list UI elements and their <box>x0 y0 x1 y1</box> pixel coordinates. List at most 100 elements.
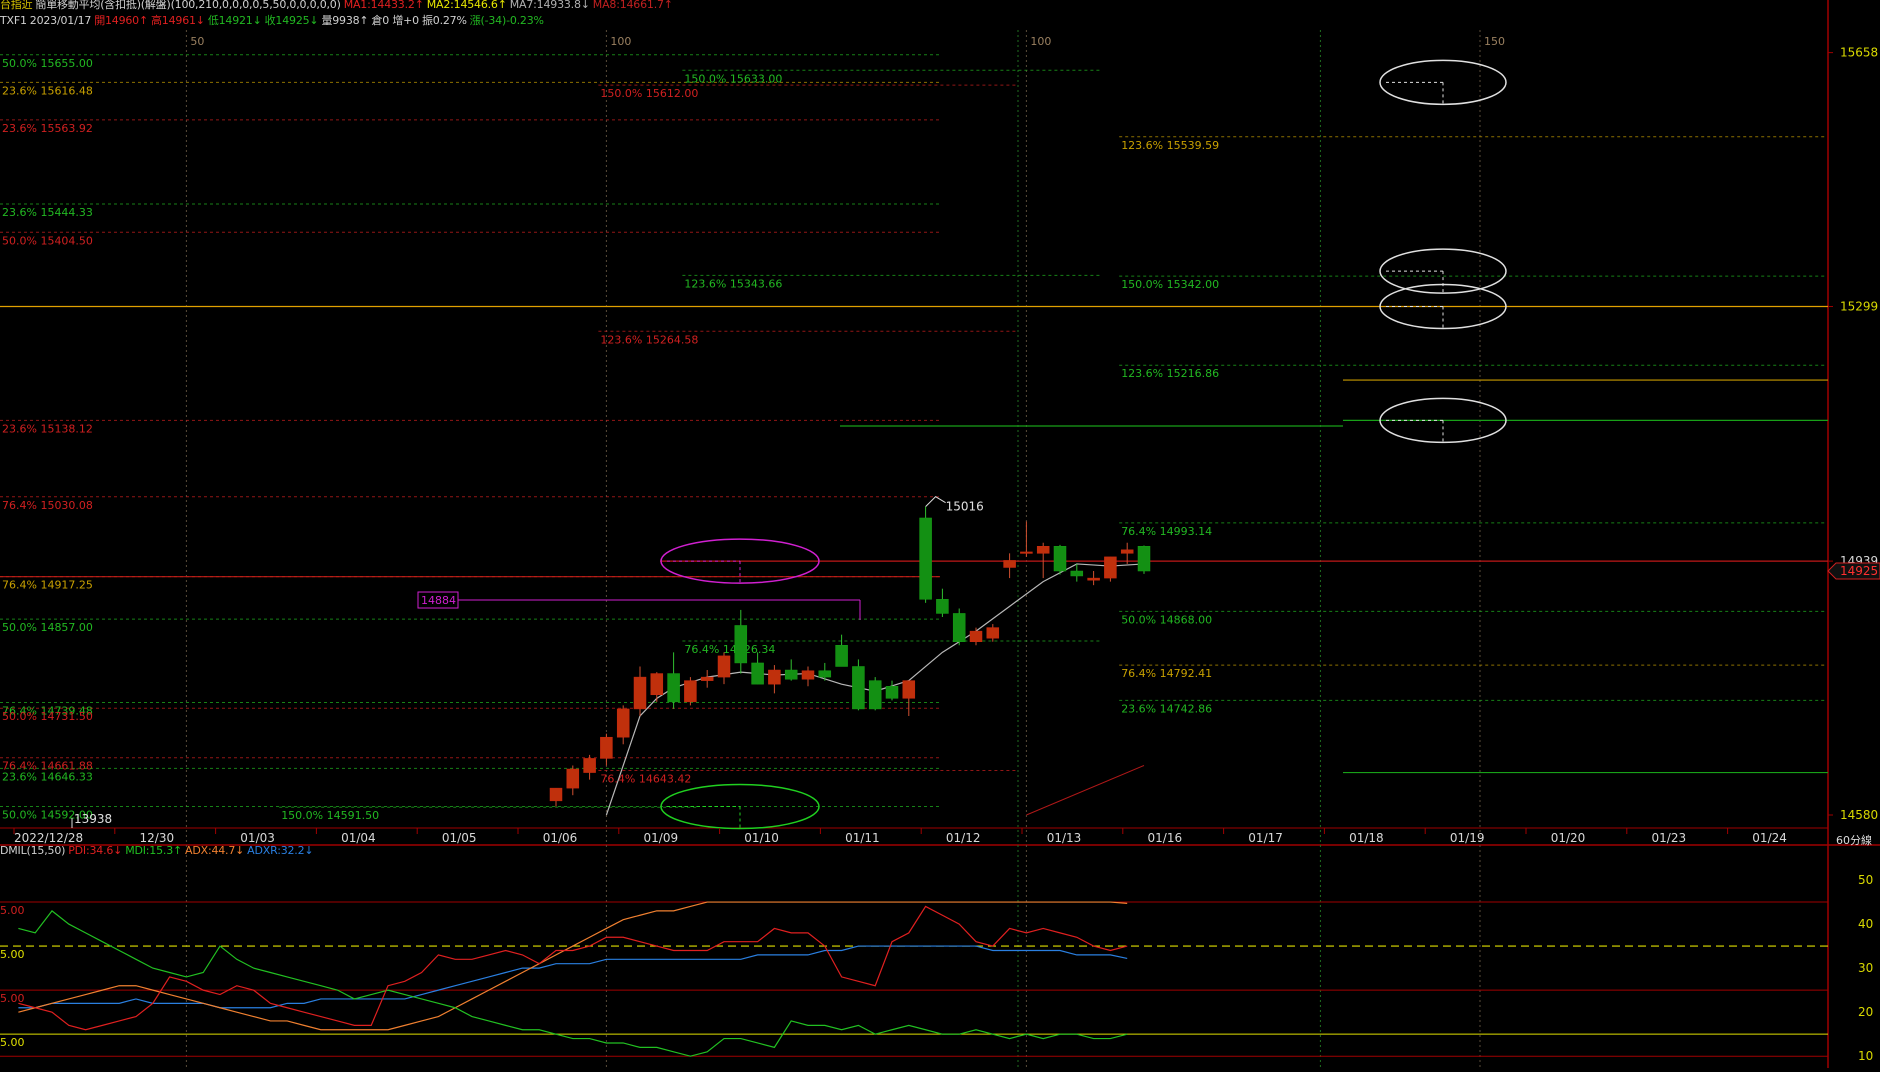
low-label: 13938 <box>74 812 112 826</box>
indicator-value: ADX:44.7↓ <box>185 844 245 857</box>
time-label: 01/04 <box>341 831 376 845</box>
timeframe-label[interactable]: 60分線 <box>1836 832 1872 848</box>
candle-body <box>1137 546 1151 572</box>
candles <box>549 506 1151 807</box>
price-axis: 1565815299149391458014925 <box>1827 46 1880 822</box>
time-label: 01/17 <box>1248 831 1283 845</box>
candle-body <box>566 768 580 789</box>
price-tick-label: 14580 <box>1840 808 1878 822</box>
fib-label: 50.0% 15404.50 <box>2 234 93 247</box>
adx-line <box>18 901 1128 1031</box>
candle-body <box>549 787 563 802</box>
indicator-value: 台指近 <box>0 0 33 11</box>
pdi-line <box>18 905 1128 1031</box>
candle-body <box>1070 570 1084 577</box>
price-tick-label: 15299 <box>1840 300 1878 314</box>
fib-label: 50.0% 14731.50 <box>2 710 93 723</box>
candle-body <box>919 517 932 600</box>
indicator-value: MA8:14661.7↑ <box>592 0 673 11</box>
quote-line: TXF1 2023/01/17 開14960↑ 高14961↓ 低14921↓ 收1492… <box>0 12 547 28</box>
time-label: 01/06 <box>543 831 578 845</box>
ma-indicator-line: 台指近 簡單移動平均(含扣抵)(解盤)(100,210,0,0,0,0,5,50,… <box>0 0 676 12</box>
indicator-value: 收14925↓ <box>264 14 319 27</box>
candle-body <box>835 645 848 667</box>
dmi-left-tick: 5.00 <box>0 992 25 1005</box>
indicator-value: 高14961↓ <box>151 14 205 27</box>
dmi-indicator-line: DMIL(15,50) PDI:34.6↓ MDI:15.3↑ ADX:44.7↓ AD… <box>0 844 316 857</box>
high-marker <box>925 496 946 508</box>
fib-label: 23.6% 15616.48 <box>2 84 93 97</box>
time-label: 01/13 <box>1047 831 1082 845</box>
time-label: 01/24 <box>1752 831 1787 845</box>
fib-label: 150.0% 15342.00 <box>1121 278 1219 291</box>
candle-body <box>684 680 697 703</box>
indicator-value: TXF1 <box>0 14 27 27</box>
fib-label: 150.0% 15612.00 <box>600 87 698 100</box>
indicator-value: ADXR:32.2↓ <box>247 844 314 857</box>
indicator-value: MDI:15.3↑ <box>125 844 183 857</box>
current-price-label: 14925 <box>1840 564 1878 578</box>
dmi-left-tick: 5.00 <box>0 948 25 961</box>
bar-counter-label: 100 <box>610 35 631 48</box>
time-label: 01/03 <box>240 831 275 845</box>
candle-body <box>1020 551 1033 554</box>
indicator-value: 2023/01/17 <box>29 14 92 27</box>
candle-body <box>986 627 1000 639</box>
candle-body <box>885 686 899 699</box>
time-axis: 2022/12/28 12/30 01/03 01/04 01/05 01/06 01/09… <box>13 828 1787 845</box>
high-label: 15016 <box>946 500 984 514</box>
fib-label: 76.4% 14826.34 <box>684 643 775 656</box>
fib-label: 123.6% 15539.59 <box>1121 139 1219 152</box>
fib-label: 76.4% 15030.08 <box>2 499 93 512</box>
fib-label: 76.4% 14643.42 <box>600 772 691 785</box>
candle-body <box>700 676 714 681</box>
candle-body <box>717 655 731 678</box>
candle-body <box>633 676 647 710</box>
price-tick-label: 15658 <box>1840 46 1878 60</box>
fib-label: 76.4% 14993.14 <box>1121 525 1212 538</box>
dmi-axis-tick: 40 <box>1858 917 1873 931</box>
candle-body <box>902 680 916 699</box>
fib-label: 76.4% 14917.25 <box>2 579 93 592</box>
ma-line-red <box>1026 765 1145 816</box>
candle-body <box>1003 560 1016 568</box>
candle-body <box>801 670 815 680</box>
indicator-value: 簡單移動平均(含扣抵)(解盤)(100,210,0,0,0,0,5,50,0,0… <box>35 0 341 11</box>
time-label: 01/11 <box>845 831 880 845</box>
dmi-panel: 5.00 5.00 5.00 5.00 50 40 30 20 10 <box>0 873 1873 1063</box>
time-label: 01/09 <box>644 831 679 845</box>
candle-body <box>852 666 865 710</box>
indicator-value: 倉0 增+0 <box>371 14 419 27</box>
grid: 50 100 100 150 <box>0 0 1880 1068</box>
time-label: 12/30 <box>140 831 175 845</box>
dmi-axis-tick: 50 <box>1858 873 1873 887</box>
drawings: 14884 15016 13938 <box>71 59 1507 830</box>
fib-label: 150.0% 15633.00 <box>684 72 782 85</box>
time-label: 2022/12/28 <box>14 831 83 845</box>
time-label: 01/12 <box>946 831 981 845</box>
chart-canvas[interactable]: 50 100 100 150 50.0% 15655.00 23.6% 15616.48… <box>0 0 1880 1068</box>
candle-body <box>1087 577 1100 581</box>
fib-label: 123.6% 15216.86 <box>1121 367 1219 380</box>
candle-body <box>1120 549 1134 554</box>
indicator-value: 低14921↓ <box>207 14 262 27</box>
indicator-value: 量9938↑ <box>321 14 369 27</box>
annotation-box-label: 14884 <box>421 594 456 607</box>
candle-body <box>1036 546 1050 554</box>
candle-body <box>868 680 882 710</box>
fib-label: 23.6% 14742.86 <box>1121 702 1212 715</box>
dmi-axis-tick: 10 <box>1858 1049 1873 1063</box>
indicator-value: MA1:14433.2↑ <box>343 0 424 11</box>
fib-label: 23.6% 14646.33 <box>2 770 93 783</box>
candle-body <box>952 613 966 642</box>
indicator-value: 振0.27% <box>421 14 467 27</box>
fib-label: 123.6% 15343.66 <box>684 277 782 290</box>
fib-label: 23.6% 15563.92 <box>2 122 93 135</box>
indicator-value: MA7:14933.8↓ <box>509 0 590 11</box>
candle-body <box>1053 546 1067 572</box>
indicator-value: DMIL(15,50) <box>0 844 66 857</box>
time-label: 01/05 <box>442 831 477 845</box>
candle-body <box>583 758 596 773</box>
indicator-value: 漲(-34)-0.23% <box>469 14 544 27</box>
fib-label: 50.0% 14868.00 <box>1121 613 1212 626</box>
